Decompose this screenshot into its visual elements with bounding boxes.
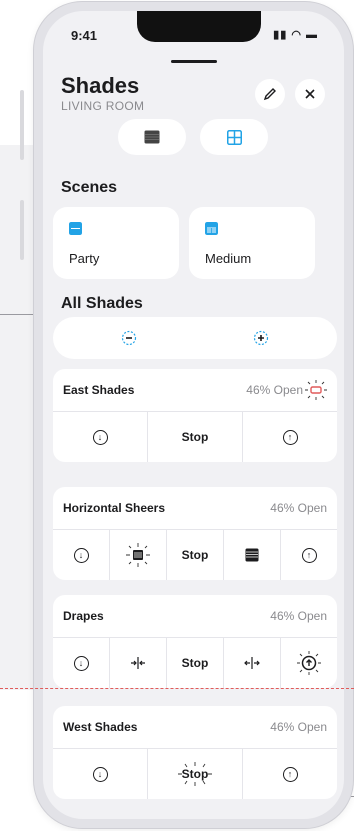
grid-view-icon (226, 129, 242, 145)
phone-frame: 9:41 ▮▮ ◠ ▬ Shades LIVING ROOM Scenes Pa… (34, 2, 353, 828)
raise-button[interactable]: ↑ (243, 749, 337, 799)
shade-controls: ↓ Stop (53, 638, 337, 688)
stop-button[interactable]: Stop (148, 412, 243, 462)
shade-status: 46% Open (270, 720, 327, 734)
shade-card-header: East Shades 46% Open (53, 369, 337, 412)
scene-label: Party (69, 251, 100, 266)
raise-button[interactable]: ↑ (243, 412, 337, 462)
arrow-up-highlight-icon (297, 651, 321, 675)
all-shades-bar (53, 317, 337, 359)
sheer-button[interactable] (224, 530, 281, 580)
signal-icon: ▮▮ (273, 29, 288, 41)
shade-card-header: Drapes 46% Open (53, 595, 337, 638)
annotation-line (0, 314, 34, 315)
open-all-shades-button[interactable] (251, 328, 271, 348)
shade-card-horizontal-sheers: Horizontal Sheers 46% Open ↓ Stop ↑ (53, 487, 337, 580)
status-icons: ▮▮ ◠ ▬ (273, 28, 318, 41)
list-view-toggle[interactable] (118, 119, 186, 155)
shade-status: 46% Open (270, 609, 327, 623)
close-all-icon (121, 330, 137, 346)
arrow-up-icon: ↑ (282, 766, 298, 782)
scene-label: Medium (205, 251, 252, 266)
lower-button[interactable]: ↓ (53, 530, 110, 580)
drape-close-icon (131, 657, 145, 669)
scenes-heading: Scenes (61, 179, 118, 196)
close-sheer-button[interactable] (110, 530, 167, 580)
shade-controls: ↓ Stop ↑ (53, 530, 337, 580)
close-all-shades-button[interactable] (119, 328, 139, 348)
scene-card-party[interactable]: Party (53, 207, 179, 279)
stop-label: Stop (181, 548, 209, 562)
all-shades-heading: All Shades (61, 295, 143, 312)
raise-button[interactable]: ↑ (281, 530, 337, 580)
shade-name: Drapes (63, 609, 104, 623)
shade-status: 46% Open (270, 501, 327, 515)
background-divider (20, 90, 24, 160)
status-time: 9:41 (71, 28, 98, 43)
raise-button[interactable] (281, 638, 337, 688)
shade-controls: ↓ Stop ↑ (53, 412, 337, 462)
status-indicator-icon (305, 380, 327, 400)
stop-label: Stop (181, 430, 209, 444)
arrow-down-icon: ↓ (73, 655, 89, 671)
stop-button[interactable]: Stop (167, 530, 224, 580)
lower-button[interactable]: ↓ (53, 412, 148, 462)
arrow-down-icon: ↓ (92, 766, 108, 782)
arrow-up-icon: ↑ (301, 547, 317, 563)
arrow-up-icon: ↑ (282, 429, 298, 445)
wifi-icon: ◠ (291, 29, 302, 41)
shade-card-header: West Shades 46% Open (53, 706, 337, 749)
shade-card-east: East Shades 46% Open ↓ Stop ↑ (53, 369, 337, 462)
shade-controls: ↓ Stop ↑ (53, 749, 337, 799)
lower-button[interactable]: ↓ (53, 749, 148, 799)
background-divider (20, 200, 24, 260)
list-scene-icon (69, 222, 82, 235)
room-subtitle: LIVING ROOM (61, 99, 145, 113)
shade-status: 46% Open (246, 383, 303, 397)
page-title: Shades (61, 73, 140, 98)
stop-button[interactable]: Stop (167, 638, 224, 688)
lower-button[interactable]: ↓ (53, 638, 110, 688)
close-drape-button[interactable] (110, 638, 167, 688)
app-screen: 9:41 ▮▮ ◠ ▬ Shades LIVING ROOM Scenes Pa… (43, 11, 344, 819)
fold-marker-line (0, 688, 354, 689)
grid-view-toggle[interactable] (200, 119, 268, 155)
sheer-icon (245, 548, 259, 562)
stop-button[interactable]: Stop (148, 749, 243, 799)
edit-button[interactable] (255, 79, 285, 109)
open-drape-button[interactable] (224, 638, 281, 688)
scene-card-medium[interactable]: Medium (189, 207, 315, 279)
drape-open-icon (244, 657, 260, 669)
pencil-icon (263, 88, 276, 101)
open-all-icon (253, 330, 269, 346)
battery-icon: ▬ (306, 29, 318, 41)
arrow-down-icon: ↓ (73, 547, 89, 563)
shade-name: East Shades (63, 383, 135, 397)
shade-card-west: West Shades 46% Open ↓ Stop ↑ (53, 706, 337, 799)
shade-name: Horizontal Sheers (63, 501, 166, 515)
close-icon (305, 89, 315, 99)
close-button[interactable] (295, 79, 325, 109)
grid-scene-icon (205, 222, 218, 235)
shade-name: West Shades (63, 720, 138, 734)
stop-label: Stop (181, 767, 209, 781)
sheer-closed-icon (126, 543, 150, 567)
device-notch (137, 11, 261, 42)
sheet-grabber[interactable] (171, 60, 217, 63)
list-view-icon (144, 130, 160, 144)
arrow-down-icon: ↓ (92, 429, 108, 445)
shade-card-header: Horizontal Sheers 46% Open (53, 487, 337, 530)
shade-card-drapes: Drapes 46% Open ↓ Stop (53, 595, 337, 688)
stop-label: Stop (181, 656, 209, 670)
